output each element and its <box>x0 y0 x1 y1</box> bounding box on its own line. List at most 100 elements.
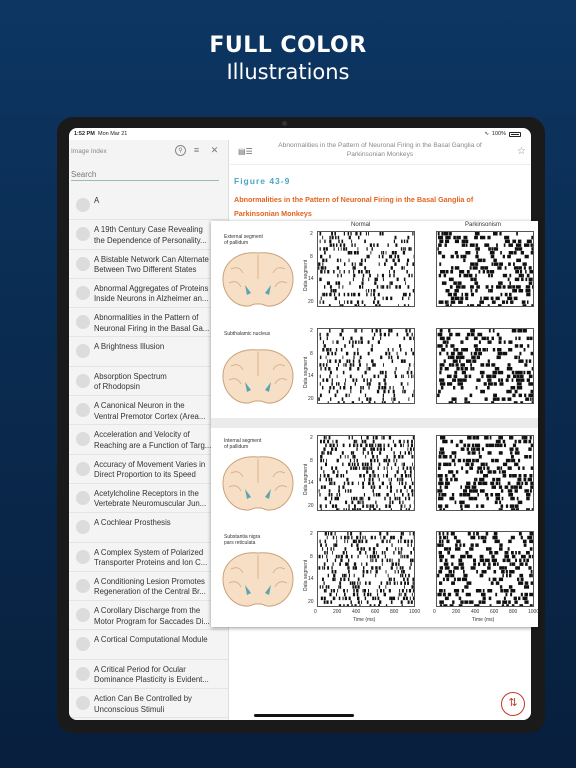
thumbnail-icon <box>76 520 90 535</box>
list-item[interactable]: A Cochlear Prosthesis <box>69 513 229 543</box>
x-tick-label: 1000 <box>528 609 540 615</box>
figure-image[interactable]: Normal Parkinsonism External segment of … <box>211 221 540 627</box>
x-axis-label: Time (ms) <box>353 617 376 623</box>
content-topbar: ▤☰ Abnormalities in the Pattern of Neuro… <box>230 140 531 165</box>
list-item-label: A Cochlear Prosthesis <box>94 518 171 528</box>
list-item-label: A Brightness Illusion <box>94 342 165 352</box>
list-item[interactable]: Accuracy of Movement Varies in Direct Pr… <box>69 455 229 484</box>
thumbnail-icon <box>76 637 90 652</box>
y-tick-label: 8 <box>310 553 313 560</box>
list-item[interactable]: A Cortical Computational Module <box>69 630 229 660</box>
list-item[interactable]: Acetylcholine Receptors in the Vertebrat… <box>69 484 229 514</box>
region-label: External segment of pallidum <box>224 234 263 246</box>
list-item-label: Accuracy of Movement Varies in Direct Pr… <box>94 459 206 480</box>
y-tick-label: 8 <box>310 253 313 260</box>
sidebar-toggle-icon[interactable]: ▤☰ <box>238 147 253 156</box>
close-icon[interactable]: ✕ <box>209 145 220 156</box>
list-item[interactable]: A Brightness Illusion <box>69 337 229 367</box>
list-item-label: A Complex System of Polarized Transporte… <box>94 547 208 568</box>
search-placeholder: Search <box>71 170 97 179</box>
list-item-label: A Conditioning Lesion Promotes Regenerat… <box>94 576 206 597</box>
figure-label: Figure 43-9 <box>234 176 291 186</box>
list-item[interactable]: A Bistable Network Can Alternate Between… <box>69 250 229 279</box>
thumbnail-icon <box>76 285 90 300</box>
brain-section-illustration <box>219 346 297 408</box>
x-tick-label: 400 <box>352 609 361 615</box>
raster-parkinsonism <box>436 328 534 404</box>
raster-parkinsonism <box>436 231 534 307</box>
thumbnail-icon <box>76 198 90 212</box>
list-item[interactable]: A <box>69 191 229 221</box>
list-item-label: A 19th Century Case Revealing the Depend… <box>94 225 207 245</box>
thumbnail-icon <box>76 696 90 711</box>
thumbnail-icon <box>76 227 90 242</box>
content-header-title: Abnormalities in the Pattern of Neuronal… <box>278 142 482 158</box>
list-item[interactable]: A Conditioning Lesion Promotes Regenerat… <box>69 572 229 602</box>
list-item-label: Acetylcholine Receptors in the Vertebrat… <box>94 488 207 509</box>
thumbnail-icon <box>76 608 90 623</box>
list-item[interactable]: A Critical Period for Ocular Dominance P… <box>69 660 229 690</box>
y-tick-label: 20 <box>308 298 314 305</box>
column-header-normal: Normal <box>351 222 371 228</box>
y-tick-label: 8 <box>310 457 313 464</box>
list-item[interactable]: A Canonical Neuron in the Ventral Premot… <box>69 396 229 426</box>
y-tick-label: 2 <box>310 231 313 237</box>
y-tick-label: 20 <box>308 502 314 509</box>
star-icon[interactable]: ☆ <box>517 146 526 157</box>
region-label: Substantia nigra pars reticulata <box>224 534 261 546</box>
list-item-label: A Bistable Network Can Alternate Between… <box>94 254 209 275</box>
search-input[interactable]: Search <box>71 169 219 181</box>
list-item[interactable]: Acceleration and Velocity of Reaching ar… <box>69 425 229 455</box>
list-item[interactable]: Action Can Be Controlled by Unconscious … <box>69 689 229 719</box>
index-list: A A 19th Century Case Revealing the Depen… <box>69 191 229 719</box>
raster-parkinsonism <box>436 531 534 607</box>
list-item-label: A Critical Period for Ocular Dominance P… <box>94 664 209 685</box>
promo-title: FULL COLOR <box>209 33 367 58</box>
list-item[interactable]: Abnormalities in the Pattern of Neuronal… <box>69 308 229 338</box>
list-item[interactable]: Abnormal Aggregates of Proteins Inside N… <box>69 279 229 309</box>
region-label: Subthalamic nucleus <box>224 331 271 337</box>
y-tick-label: 14 <box>308 276 314 282</box>
region-label: Internal segment of pallidum <box>224 438 262 450</box>
thumbnail-icon <box>76 666 90 681</box>
adjust-button[interactable]: ⇅ <box>501 692 525 716</box>
status-time: 1:52 PM <box>74 131 95 137</box>
list-item-label: Abnormalities in the Pattern of Neuronal… <box>94 313 210 333</box>
thumbnail-icon <box>76 490 90 505</box>
panel-separator <box>211 418 538 428</box>
list-item-label: A <box>94 196 100 205</box>
list-item-label: Absorption Spectrum of Rhodopsin <box>94 371 167 392</box>
list-item[interactable]: A Complex System of Polarized Transporte… <box>69 543 229 572</box>
x-tick-label: 600 <box>371 609 380 615</box>
thumbnail-icon <box>76 315 90 330</box>
x-tick-label: 1000 <box>409 609 421 615</box>
y-tick-label: 14 <box>308 576 314 582</box>
x-tick-label: 400 <box>471 609 480 615</box>
search-icon[interactable]: ⚲ <box>175 145 186 156</box>
battery-percent: 100% <box>491 131 506 137</box>
filter-icon[interactable]: ≡ <box>191 145 202 156</box>
y-tick-label: 14 <box>308 480 314 486</box>
sidebar-header: Image Index ⚲ ≡ ✕ <box>69 140 228 162</box>
list-item[interactable]: Absorption Spectrum of Rhodopsin <box>69 367 229 397</box>
list-item[interactable]: A Corollary Discharge from the Motor Pro… <box>69 601 229 631</box>
wifi-icon: ∿ <box>484 131 489 137</box>
y-tick-label: 2 <box>310 435 313 441</box>
x-tick-label: 800 <box>390 609 399 615</box>
raster-normal <box>317 328 415 404</box>
camera <box>282 121 287 126</box>
list-item-label: A Cortical Computational Module <box>94 635 208 645</box>
list-item-label: A Canonical Neuron in the Ventral Premot… <box>94 401 206 421</box>
raster-normal <box>317 231 415 307</box>
thumbnail-icon <box>76 461 90 476</box>
thumbnail-icon <box>76 432 90 447</box>
raster-normal <box>317 435 415 511</box>
status-right: ∿ 100% <box>484 131 521 137</box>
y-tick-label: 14 <box>308 373 314 379</box>
y-tick-label: 2 <box>310 531 313 537</box>
promo-subtitle: Illustrations <box>226 60 350 84</box>
thumbnail-icon <box>76 578 90 593</box>
list-item[interactable]: A 19th Century Case Revealing the Depend… <box>69 220 229 250</box>
brain-section-illustration <box>219 249 297 311</box>
list-item-label: Acceleration and Velocity of Reaching ar… <box>94 430 212 450</box>
